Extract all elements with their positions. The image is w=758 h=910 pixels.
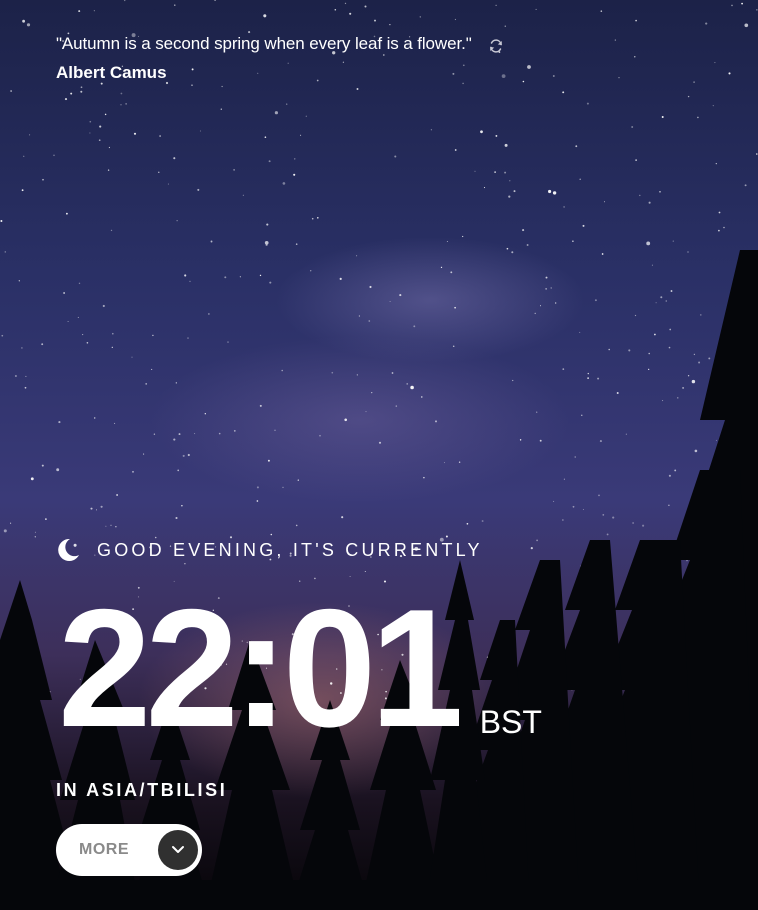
greeting-text: GOOD EVENING, IT'S CURRENTLY [97,539,483,560]
location: IN ASIA/TBILISI [56,780,228,800]
refresh-quote-button[interactable] [487,37,505,55]
clock: 22:01 BST [58,574,542,762]
greeting: GOOD EVENING, IT'S CURRENTLY [56,538,483,562]
current-time: 22:01 [58,574,464,762]
more-button[interactable]: MORE [56,824,202,876]
quote-author: Albert Camus [56,63,167,82]
quote-text: "Autumn is a second spring when every le… [56,34,472,53]
more-button-label: MORE [79,841,129,858]
chevron-down-icon [172,846,184,853]
quote-row: "Autumn is a second spring when every le… [56,33,656,55]
more-button-toggle [158,830,198,870]
refresh-icon [489,39,502,53]
timezone-abbreviation: BST [479,704,542,740]
quote-block: "Autumn is a second spring when every le… [56,33,656,83]
pine-tree-silhouettes [0,250,758,910]
moon-icon [58,538,79,561]
